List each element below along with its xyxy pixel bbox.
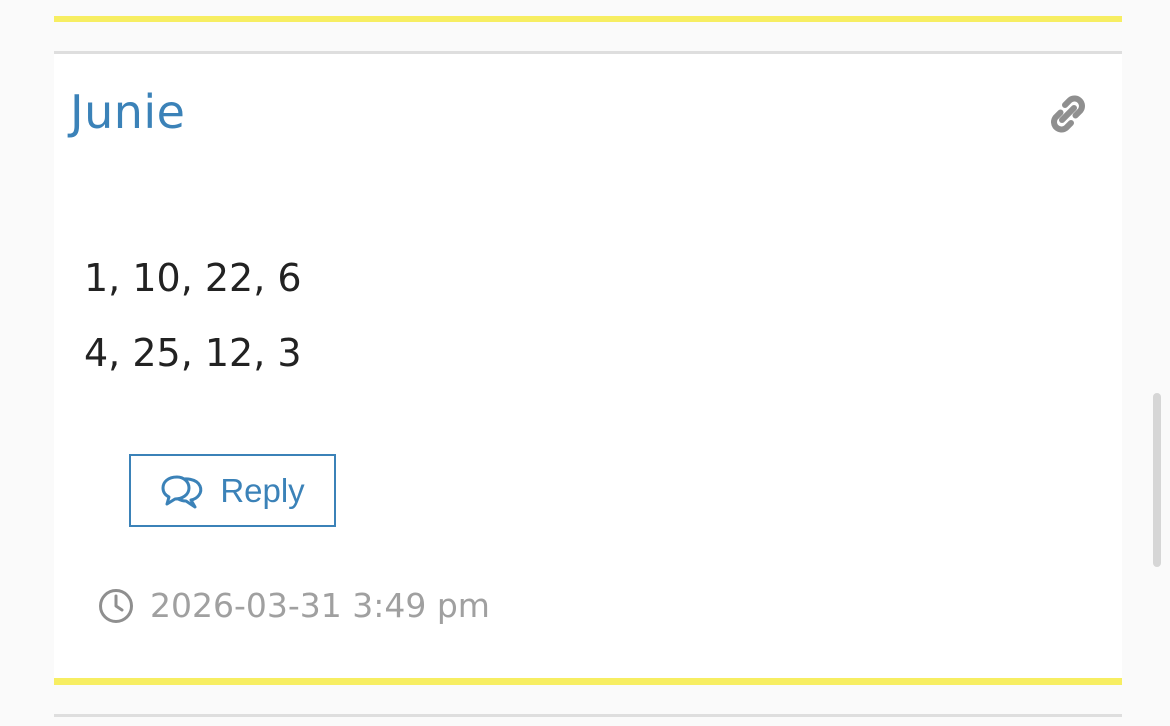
permalink-button[interactable] — [1044, 90, 1092, 138]
scrollbar-thumb[interactable] — [1153, 393, 1161, 567]
reply-button[interactable]: Reply — [129, 454, 336, 527]
comment-card: Junie 1, 10, 22, 6 4, 25, 12, 3 Reply 20… — [54, 54, 1122, 678]
page: Junie 1, 10, 22, 6 4, 25, 12, 3 Reply 20… — [0, 0, 1170, 726]
comment-divider-bottom — [54, 714, 1122, 717]
clock-icon — [99, 589, 133, 623]
comment-line: 1, 10, 22, 6 — [84, 256, 302, 300]
comment-meta: 2026-03-31 3:49 pm — [98, 581, 490, 631]
highlight-rule-bottom — [54, 678, 1122, 685]
highlight-rule-top — [54, 16, 1122, 22]
link-icon — [1051, 95, 1085, 133]
reply-label: Reply — [220, 471, 305, 509]
comment-line: 4, 25, 12, 3 — [84, 331, 302, 375]
comment-timestamp: 2026-03-31 3:49 pm — [150, 586, 490, 625]
comment-body: 1, 10, 22, 6 4, 25, 12, 3 — [84, 254, 302, 404]
chat-bubbles-icon — [161, 475, 203, 508]
comment-author[interactable]: Junie — [70, 84, 185, 140]
